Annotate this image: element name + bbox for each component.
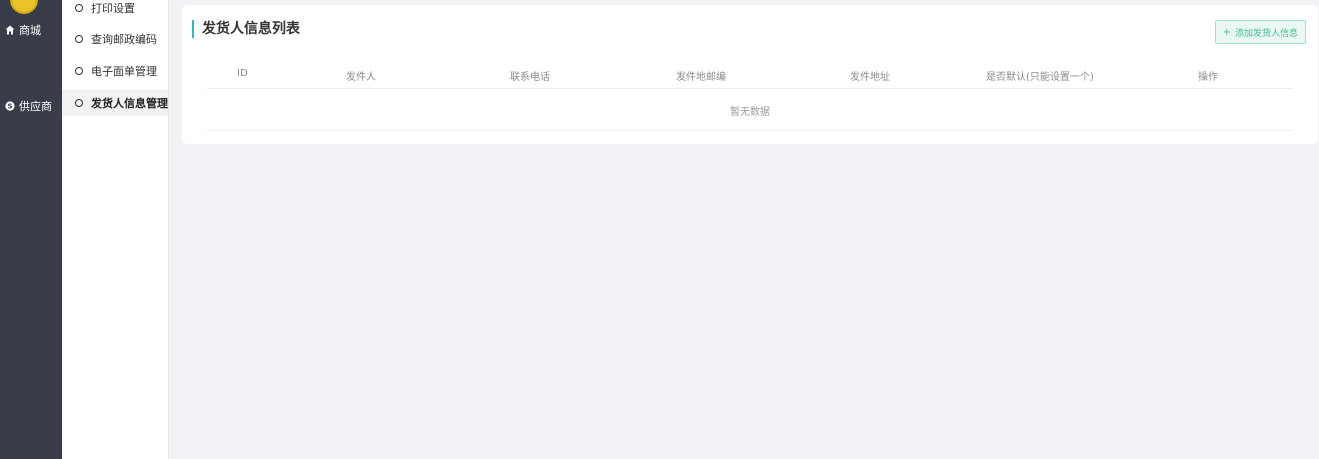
svg-text:S: S (7, 103, 12, 111)
circle-icon (75, 35, 83, 43)
submenu-item-print-settings[interactable]: 打印设置 (62, 0, 168, 21)
column-header-postcode: 发件地邮编 (676, 72, 726, 83)
sidebar-item-shop[interactable]: 商城 (0, 16, 62, 44)
circle-icon (75, 4, 83, 12)
sidebar-item-label: 商城 (19, 24, 41, 37)
submenu-item-postcode-lookup[interactable]: 查询邮政编码 (62, 26, 168, 52)
table-header: ID 发件人 联系电话 发件地邮编 发件地址 是否默认(只能设置一个) 操作 (207, 58, 1293, 89)
submenu-item-sender-info[interactable]: 发货人信息管理 (62, 90, 168, 116)
table-body: 暂无数据 (207, 89, 1293, 131)
column-header-phone: 联系电话 (510, 72, 550, 83)
sender-list-card: 发货人信息列表 + 添加发货人信息 ID 发件人 联系电话 发件地邮编 发件地址… (182, 5, 1318, 144)
add-sender-button[interactable]: + 添加发货人信息 (1214, 20, 1306, 44)
plus-icon: + (1222, 26, 1231, 38)
add-sender-label: 添加发货人信息 (1234, 28, 1298, 39)
sidebar-item-supplier[interactable]: S 供应商 (0, 92, 62, 120)
submenu-item-label: 发货人信息管理 (91, 97, 168, 110)
column-header-address: 发件地址 (850, 72, 890, 83)
submenu-item-label: 打印设置 (91, 2, 135, 15)
circle-icon (75, 67, 83, 75)
supplier-icon: S (5, 101, 15, 111)
column-header-sender: 发件人 (346, 72, 376, 83)
submenu-item-label: 电子面单管理 (91, 65, 157, 78)
column-header-id: ID (237, 68, 248, 79)
empty-state-text: 暂无数据 (730, 107, 770, 118)
circle-icon (75, 99, 83, 107)
secondary-menu: 打印设置 查询邮政编码 电子面单管理 发货人信息管理 (62, 0, 169, 459)
main-sidebar: 商城 S 供应商 (0, 0, 62, 459)
column-header-default: 是否默认(只能设置一个) (986, 72, 1094, 83)
home-icon (5, 25, 15, 35)
column-header-actions: 操作 (1198, 72, 1218, 83)
logo (10, 0, 38, 14)
submenu-item-e-waybill[interactable]: 电子面单管理 (62, 58, 168, 84)
sidebar-item-label: 供应商 (19, 100, 52, 113)
sender-table: ID 发件人 联系电话 发件地邮编 发件地址 是否默认(只能设置一个) 操作 暂… (207, 58, 1293, 131)
page-title: 发货人信息列表 (192, 20, 300, 38)
submenu-item-label: 查询邮政编码 (91, 33, 157, 46)
